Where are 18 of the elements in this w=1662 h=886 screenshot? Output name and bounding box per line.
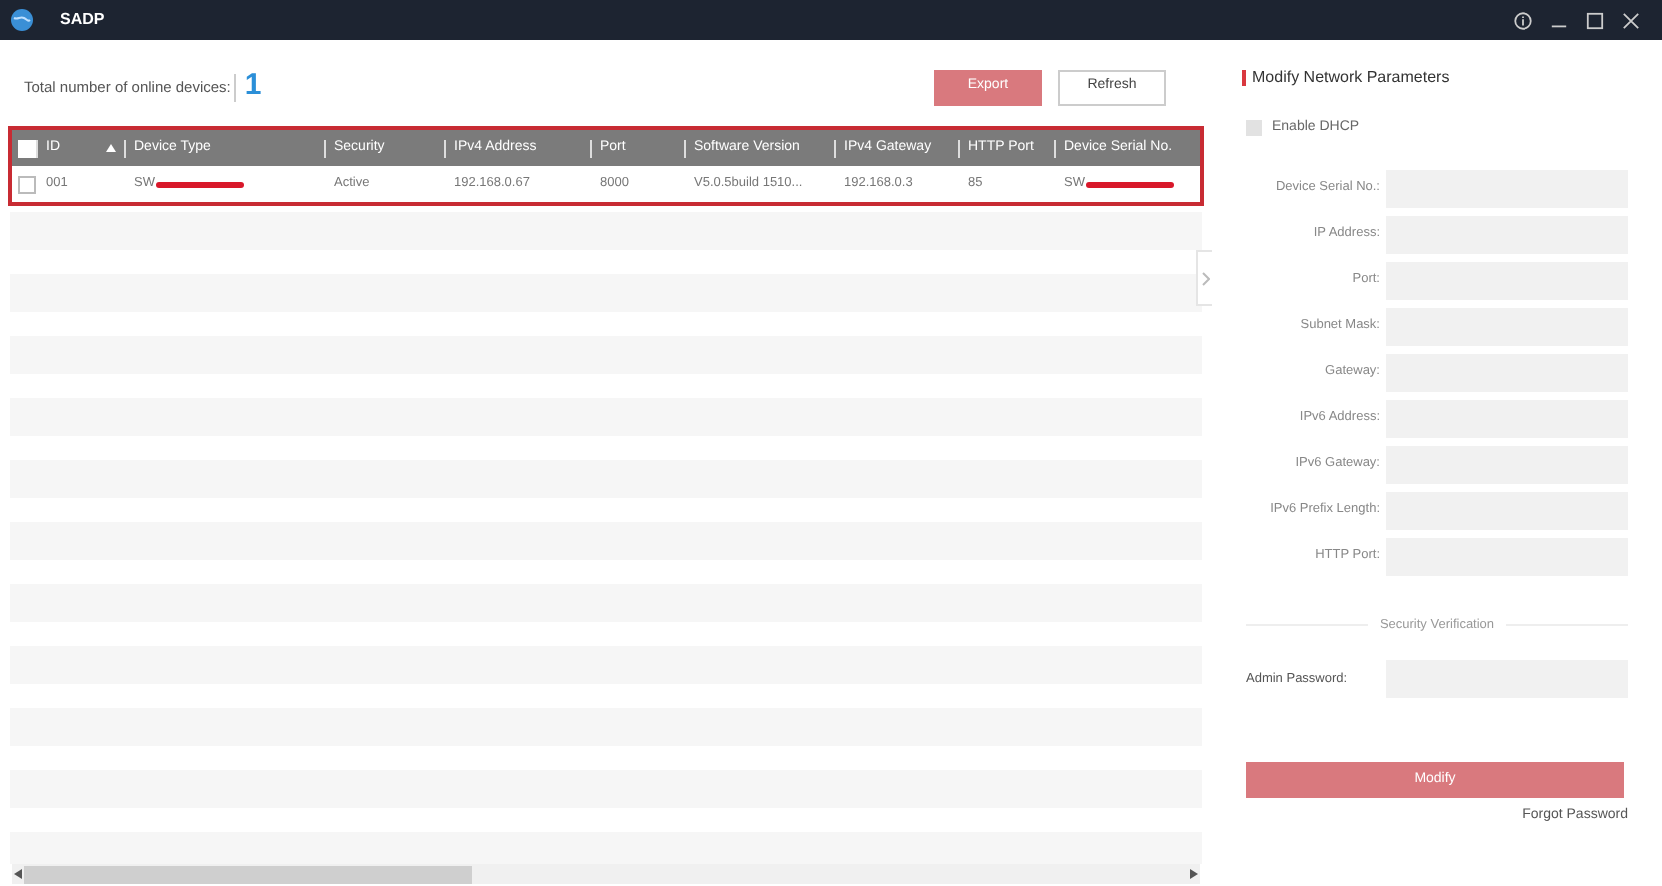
scrollbar-thumb[interactable] [24, 865, 472, 883]
redaction-mark [156, 181, 245, 187]
redaction-mark [1086, 181, 1175, 187]
collapse-handle[interactable] [1196, 250, 1212, 306]
checkbox[interactable] [18, 175, 36, 193]
scroll-left-icon[interactable] [12, 868, 24, 880]
dhcp-checkbox[interactable] [1246, 120, 1262, 137]
sort-arrow-icon [106, 144, 116, 152]
chevron-right-icon [1201, 271, 1209, 285]
maximize-icon[interactable] [1586, 11, 1604, 29]
panel-title: Modify Network Parameters [1252, 66, 1450, 90]
device-count: 1 [244, 66, 262, 107]
close-icon[interactable] [1622, 11, 1640, 29]
globe-icon [10, 8, 34, 32]
window-title: SADP [60, 8, 105, 32]
scroll-right-icon[interactable] [1188, 868, 1200, 880]
info-icon[interactable] [1514, 11, 1532, 29]
horizontal-scrollbar[interactable] [12, 864, 1200, 884]
